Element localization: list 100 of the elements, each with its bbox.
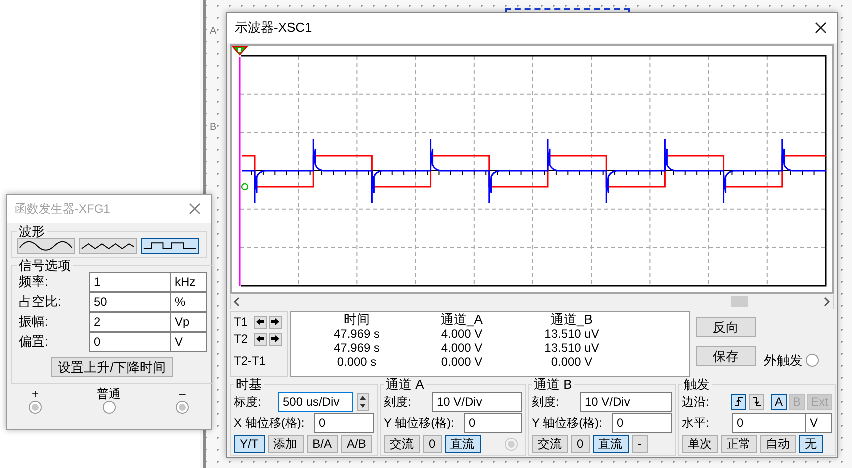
square-wave-icon xyxy=(142,240,198,252)
mode-button[interactable]: B/A xyxy=(306,435,338,453)
scrollbar-thumb[interactable] xyxy=(731,296,748,307)
terminal-radio[interactable] xyxy=(29,401,42,414)
input-field[interactable]: 500 us/Div xyxy=(278,392,353,412)
table-cell-text: 4.000 V xyxy=(440,341,484,355)
mode-button[interactable]: 添加 xyxy=(268,435,304,453)
table-cell-text: 47.969 s xyxy=(332,327,382,341)
input-field[interactable]: 2 xyxy=(89,312,171,332)
input-field[interactable]: 10 V/Div xyxy=(432,392,522,412)
field-label: 外触发 xyxy=(764,352,803,370)
close-button[interactable] xyxy=(813,20,829,36)
input-field[interactable]: 0 xyxy=(89,332,171,352)
triangle-wave-button[interactable] xyxy=(79,238,137,254)
input-field[interactable]: 0 xyxy=(464,412,522,432)
terminal-radio[interactable] xyxy=(176,401,189,414)
input-field[interactable]: 10 V/Div xyxy=(580,392,672,412)
cursor-left-button[interactable] xyxy=(254,332,267,346)
unit-field: kHz xyxy=(171,272,207,292)
falling-edge-icon xyxy=(750,396,762,408)
input-field[interactable]: 0 xyxy=(612,412,672,432)
close-icon xyxy=(815,22,827,34)
field-label: 刻度: xyxy=(532,394,560,410)
mode-button[interactable]: A/B xyxy=(341,435,372,453)
column-header: 通道_A xyxy=(440,313,484,327)
table-cell-text: 0.000 s xyxy=(336,355,378,369)
mode-button[interactable]: 直流 xyxy=(444,435,481,453)
cursor-left-button[interactable] xyxy=(254,316,267,328)
field-label: 边沿: xyxy=(682,394,710,410)
rising-edge-button[interactable] xyxy=(731,394,746,410)
table-cell-text: 4.000 V xyxy=(440,327,484,341)
table-cell-text: 13.510 uV xyxy=(544,341,600,355)
row-label: A xyxy=(210,25,217,39)
field-label: 标度: xyxy=(234,394,262,410)
sine-wave-icon xyxy=(18,240,74,252)
cursor-right-button[interactable] xyxy=(269,316,282,328)
input-field[interactable]: 1 xyxy=(89,272,171,292)
cursor-label: T2 xyxy=(234,331,250,348)
rising-edge-icon xyxy=(732,396,744,408)
table-cell-text: 13.510 uV xyxy=(544,327,600,341)
terminal-label: – xyxy=(179,387,186,401)
window-title: 函数发生器-XFG1 xyxy=(15,201,110,218)
cursor-marker-icon[interactable] xyxy=(232,46,248,56)
spin-down-icon xyxy=(358,402,368,410)
window-title: 示波器-XSC1 xyxy=(235,19,312,38)
group-label: 时基 xyxy=(235,378,263,391)
column-header: 时间 xyxy=(343,313,371,327)
mode-button[interactable]: Y/T xyxy=(234,435,265,453)
field-label: Y 轴位移(格): xyxy=(532,414,604,432)
unit-field: V xyxy=(806,412,832,432)
channel-radio[interactable] xyxy=(505,438,518,450)
cursor-label: T1 xyxy=(234,314,250,331)
field-label: 水平: xyxy=(682,414,710,432)
group-label: 通道 A xyxy=(385,378,426,391)
rise-fall-time-button[interactable]: 设置上升/下降时间 xyxy=(51,357,173,377)
mode-button[interactable]: 0 xyxy=(571,435,590,453)
spinner-control[interactable] xyxy=(357,392,369,410)
mode-button[interactable]: 正常 xyxy=(721,435,757,453)
unit-field: % xyxy=(171,292,207,312)
mode-button[interactable]: - xyxy=(632,435,648,453)
field-label: 占空比: xyxy=(18,293,63,312)
terminal-radio[interactable] xyxy=(102,401,116,414)
row-label: B xyxy=(210,121,217,135)
mode-button[interactable]: 直流 xyxy=(592,435,629,453)
table-cell-text: 47.969 s xyxy=(332,341,382,355)
group-label: 波形 xyxy=(18,225,46,238)
mode-button[interactable]: 0 xyxy=(423,435,442,453)
trigger-source-button[interactable]: A xyxy=(771,394,788,410)
falling-edge-button[interactable] xyxy=(749,394,764,410)
chevron-left-icon xyxy=(233,297,241,307)
action-button[interactable]: 反向 xyxy=(696,317,756,337)
mode-button[interactable]: 无 xyxy=(799,435,823,453)
group-label: 通道 B xyxy=(533,378,574,391)
mode-button[interactable]: 交流 xyxy=(532,435,568,453)
mode-button[interactable]: 单次 xyxy=(682,435,718,453)
sine-wave-button[interactable] xyxy=(17,238,75,254)
cursor-right-button[interactable] xyxy=(269,332,282,346)
table-cell-text: 0.000 V xyxy=(440,355,484,369)
ground-marker-icon xyxy=(241,183,249,191)
horizontal-scrollbar[interactable] xyxy=(230,295,834,309)
unit-field: V xyxy=(171,332,207,352)
terminal-label: + xyxy=(32,387,39,401)
field-label: 刻度: xyxy=(384,394,412,410)
field-label: 偏置: xyxy=(18,333,50,352)
square-wave-button[interactable] xyxy=(141,238,199,254)
input-field[interactable]: 0 xyxy=(314,412,374,432)
chevron-right-icon xyxy=(823,297,831,307)
mode-button[interactable]: 交流 xyxy=(384,435,420,453)
close-icon xyxy=(189,203,201,215)
cursor-label: T2-T1 xyxy=(234,353,268,370)
action-button[interactable]: 保存 xyxy=(696,346,756,366)
field-label: Y 轴位移(格): xyxy=(384,414,456,432)
unit-field: Vp xyxy=(171,312,207,332)
input-field[interactable]: 50 xyxy=(89,292,171,312)
field-label: X 轴位移(格): xyxy=(234,414,306,432)
input-field[interactable]: 0 xyxy=(732,412,806,432)
mode-button[interactable]: 自动 xyxy=(760,435,796,453)
external-trigger-radio[interactable] xyxy=(806,354,819,368)
group-label: 触发 xyxy=(683,378,711,391)
spin-up-icon xyxy=(358,394,368,402)
